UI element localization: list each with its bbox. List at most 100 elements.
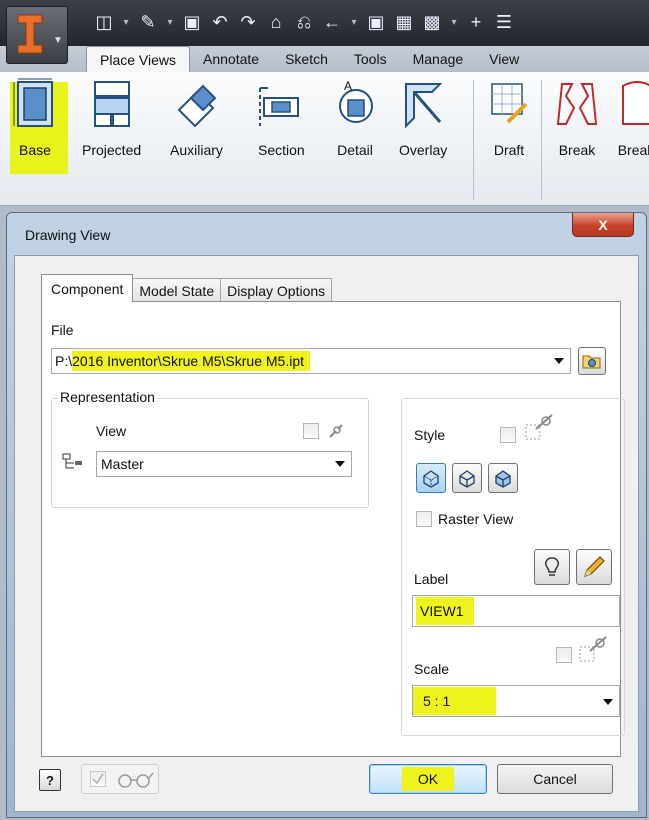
break-label: Break (558, 142, 596, 158)
redo-icon[interactable]: ↷ (236, 10, 260, 34)
cancel-button-label: Cancel (533, 771, 577, 787)
tab-annotate[interactable]: Annotate (190, 46, 272, 72)
representation-group-label: Representation (58, 389, 157, 405)
break-out-label: Break (617, 142, 649, 158)
scale-associative-icon (579, 636, 607, 662)
dropdown-arrow-icon[interactable]: ▾ (120, 10, 132, 34)
customize-icon[interactable]: ☰ (492, 10, 516, 34)
auxiliary-view-icon (178, 84, 217, 128)
section-view-icon (259, 87, 300, 126)
break-button[interactable]: Break (554, 78, 600, 172)
shaded-icon (495, 470, 511, 488)
dropdown-arrow-icon[interactable]: ▾ (348, 10, 360, 34)
draft-view-button[interactable]: Draft (486, 78, 532, 172)
tab-manage[interactable]: Manage (400, 46, 477, 72)
material-icon[interactable]: ▩ (420, 10, 444, 34)
style-group: Style Raster View Label VIEW1 Scale 5: … (401, 398, 625, 736)
section-view-button[interactable]: Section (258, 78, 305, 172)
file-path-combo[interactable]: P:\ 2016 Inventor\Skrue M5\Skrue M5.ipt (51, 348, 571, 374)
base-view-icon (13, 78, 53, 127)
file-label: File (51, 322, 74, 338)
auxiliary-view-button[interactable]: Auxiliary (170, 78, 223, 172)
style-from-base-checkbox[interactable] (500, 427, 516, 443)
svg-text:A: A (344, 79, 352, 93)
preview-toggle[interactable] (81, 764, 159, 794)
break-out-button[interactable]: Break (613, 78, 649, 172)
inventor-logo-icon (17, 14, 43, 54)
projected-view-label: Projected (82, 142, 142, 158)
view-label: View (96, 423, 127, 439)
file-path-text: 2016 Inventor\Skrue M5\Skrue M5.ipt (72, 351, 311, 371)
help-button[interactable]: ? (39, 769, 61, 791)
preview-checkbox[interactable] (90, 771, 106, 787)
scale-from-base-checkbox[interactable] (556, 647, 572, 663)
shaded-button[interactable] (488, 463, 518, 493)
hidden-line-removed-button[interactable] (452, 463, 482, 493)
view-representation-value: Master (101, 456, 144, 472)
overlay-view-button[interactable]: Overlay (399, 78, 447, 172)
draft-view-label: Draft (493, 142, 525, 158)
help-icon: ? (46, 772, 54, 788)
tab-tools[interactable]: Tools (341, 46, 400, 72)
associative-icon (329, 424, 343, 438)
view-representation-select[interactable]: Master (96, 451, 352, 477)
projected-view-button[interactable]: Projected (82, 78, 141, 172)
draft-view-icon (491, 83, 528, 124)
dropdown-arrow-icon: ▼ (53, 35, 63, 46)
scale-label: Scale (414, 661, 450, 677)
scale-select[interactable]: 5 : 1 (412, 685, 620, 717)
projected-view-icon (93, 81, 130, 127)
browse-file-button[interactable] (578, 347, 606, 375)
home-icon[interactable]: ⌂ (264, 10, 288, 34)
tab-sketch[interactable]: Sketch (272, 46, 341, 72)
tab-component[interactable]: Component (41, 274, 134, 302)
open-icon[interactable]: ✎ (136, 10, 160, 34)
inventor-window: ◫ ▾ ✎ ▾ ▣ ↶ ↷ ⌂ ⎌ ← ▾ ▣ ▦ ▩ ▾ + ☰ Place … (0, 0, 649, 820)
new-icon[interactable]: ◫ (92, 10, 116, 34)
add-icon[interactable]: + (464, 10, 488, 34)
chevron-down-icon (554, 358, 564, 364)
view-label-input[interactable]: VIEW1 (412, 595, 620, 627)
update-icon[interactable]: ▣ (364, 10, 388, 34)
break-out-icon (622, 81, 649, 125)
cancel-button[interactable]: Cancel (497, 764, 613, 794)
checkmark-icon (92, 773, 104, 785)
tab-place-views[interactable]: Place Views (86, 46, 191, 72)
close-button[interactable]: X (572, 213, 634, 237)
ribbon-tabs: Place Views Annotate Sketch Tools Manage… (86, 46, 532, 72)
tab-model-state[interactable]: Model State (132, 278, 222, 302)
toggle-label-visibility-button[interactable] (534, 549, 570, 585)
base-view-button[interactable]: Base (12, 78, 58, 172)
representation-group: Representation View Master (51, 389, 369, 508)
overlay-view-icon (405, 83, 443, 129)
view-label-value: VIEW1 (416, 597, 474, 625)
file-path-prefix: P:\ (55, 353, 73, 369)
dialog-client-area: Component Model State Display Options Fi… (14, 255, 639, 812)
measure-icon[interactable]: ▦ (392, 10, 416, 34)
raster-view-label: Raster View (438, 511, 514, 527)
detail-view-button[interactable]: A Detail (332, 78, 378, 172)
save-icon[interactable]: ▣ (180, 10, 204, 34)
undo-icon[interactable]: ↶ (208, 10, 232, 34)
edit-view-label-button[interactable] (576, 549, 612, 585)
ok-button[interactable]: OK (369, 764, 487, 794)
pencil-icon (584, 556, 605, 577)
hidden-line-button[interactable] (416, 463, 446, 493)
preview-glasses-icon (118, 772, 154, 788)
tab-view[interactable]: View (476, 46, 532, 72)
dropdown-arrow-icon[interactable]: ▾ (448, 10, 460, 34)
return-icon[interactable]: ← (320, 10, 344, 34)
dropdown-arrow-icon[interactable]: ▾ (164, 10, 176, 34)
tab-display-options[interactable]: Display Options (220, 278, 333, 302)
quick-access-toolbar: ◫ ▾ ✎ ▾ ▣ ↶ ↷ ⌂ ⎌ ← ▾ ▣ ▦ ▩ ▾ + ☰ (0, 0, 649, 46)
raster-view-checkbox[interactable] (416, 511, 432, 527)
print-icon[interactable]: ⎌ (292, 10, 316, 34)
chevron-down-icon (603, 699, 613, 705)
drawing-view-dialog: Drawing View X Component Model State Dis… (6, 212, 647, 818)
detail-view-label: Detail (337, 142, 373, 158)
label-label: Label (414, 571, 449, 587)
overlay-view-label: Overlay (399, 142, 448, 158)
view-representation-checkbox[interactable] (303, 423, 319, 439)
application-menu-button[interactable]: ▼ (6, 6, 68, 64)
break-icon (556, 83, 598, 125)
